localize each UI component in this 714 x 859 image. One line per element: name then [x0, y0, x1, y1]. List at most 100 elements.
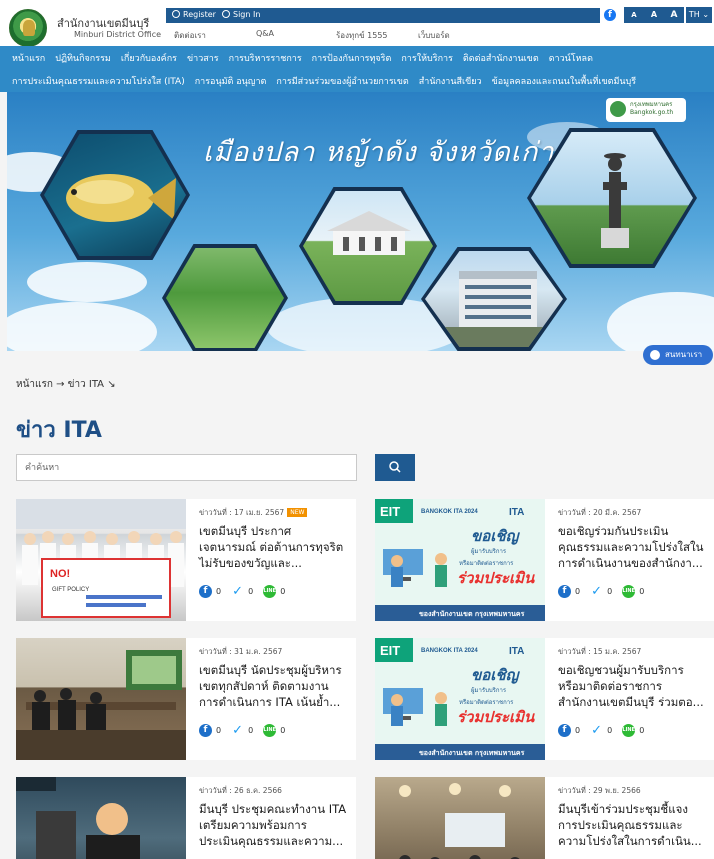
nav-home[interactable]: หน้าแรก: [12, 51, 45, 65]
breadcrumb[interactable]: หน้าแรก → ข่าว ITA ↘: [16, 377, 116, 392]
search-button[interactable]: [375, 454, 415, 481]
main-navigation: หน้าแรก ปฏิทินกิจกรรม เกี่ยวกับองค์กร ข่…: [0, 46, 714, 92]
nav-green-office[interactable]: สำนักงานสีเขียว: [419, 74, 482, 88]
nav-row-2: การประเมินคุณธรรมและความโปร่งใส (ITA) กา…: [0, 69, 714, 92]
webboard-link[interactable]: เว็บบอร์ด: [418, 29, 450, 42]
qa-link[interactable]: Q&A: [256, 29, 274, 38]
facebook-icon: f: [199, 584, 212, 598]
poster-headline-2: ร่วมประเมิน: [457, 708, 535, 726]
news-thumbnail[interactable]: [375, 777, 545, 859]
nav-about[interactable]: เกี่ยวกับองค์กร: [121, 51, 177, 65]
contact-link[interactable]: ติดต่อเรา: [174, 29, 206, 42]
complaint-1555-link[interactable]: ร้องทุกข์ 1555: [336, 29, 388, 42]
news-title[interactable]: ขอเชิญร่วมกันประเมิน คุณธรรมและความโปร่ง…: [558, 523, 708, 571]
news-thumbnail[interactable]: [16, 638, 186, 760]
share-twitter[interactable]: ✓ 0: [590, 722, 613, 738]
news-thumbnail[interactable]: EIT BANGKOK ITA 2024 ITA ขอเชิญ ผู้มารับ…: [375, 499, 545, 621]
district-logo-icon[interactable]: [9, 9, 47, 47]
page-title: ข่าว ITA: [16, 418, 102, 443]
news-card[interactable]: NO! GIFT POLICY ข่าววันที่ : 17 เม.ย. 25…: [16, 499, 356, 621]
twitter-icon: ✓: [590, 722, 604, 738]
twitter-count: 0: [248, 725, 254, 735]
line-icon: LINE: [622, 584, 636, 598]
chat-with-us-button[interactable]: สนทนาเรา: [643, 345, 713, 365]
share-facebook[interactable]: f0: [558, 723, 580, 737]
poster-subline: ผู้มารับบริการ: [471, 548, 507, 555]
user-icon: [172, 10, 180, 18]
facebook-icon: f: [558, 723, 571, 737]
news-card[interactable]: ข่าววันที่ : 26 ธ.ค. 2566 มีนบุรี ประชุม…: [16, 777, 356, 859]
twitter-icon: ✓: [231, 583, 245, 599]
grass-field-hexagon-image: [162, 244, 288, 351]
share-bar: f0 ✓ 0 LINE 0: [558, 584, 654, 598]
font-size-medium-button[interactable]: A: [644, 7, 664, 23]
nav-administration[interactable]: การบริหารราชการ: [229, 51, 302, 65]
poster-headline: ขอเชิญ: [471, 527, 521, 545]
nav-ita[interactable]: การประเมินคุณธรรมและความโปร่งใส (ITA): [12, 74, 185, 88]
news-title[interactable]: มีนบุรีเข้าร่วมประชุมชี้แจง การประเมินคุ…: [558, 801, 708, 849]
nav-anti-corruption[interactable]: การป้องกันการทุจริต: [312, 51, 392, 65]
share-facebook[interactable]: f0: [199, 584, 221, 598]
line-count: 0: [639, 586, 645, 596]
facebook-count: 0: [575, 586, 581, 596]
news-card[interactable]: EIT BANGKOK ITA 2024 ITA ขอเชิญ ผู้มารับ…: [375, 499, 714, 621]
nav-permits[interactable]: การอนุมัติ อนุญาต: [195, 74, 267, 88]
nav-director-participation[interactable]: การมีส่วนร่วมของผู้อำนวยการเขต: [276, 74, 408, 88]
facebook-icon[interactable]: f: [604, 9, 616, 21]
share-twitter[interactable]: ✓ 0: [590, 584, 612, 598]
bangkok-gov-badge[interactable]: กรุงเทพมหานคร Bangkok.go.th: [606, 98, 686, 122]
line-count: 0: [639, 725, 645, 735]
news-thumbnail[interactable]: [16, 777, 186, 859]
share-facebook[interactable]: f0: [199, 723, 222, 737]
nav-contact-office[interactable]: ติดต่อสำนักงานเขต: [463, 51, 539, 65]
line-icon: LINE: [622, 723, 636, 737]
news-title[interactable]: เขตมีนบุรี ประกาศ เจตนารมณ์ ต่อต้านการทุ…: [199, 523, 349, 571]
nav-services[interactable]: การให้บริการ: [401, 51, 453, 65]
register-link[interactable]: Register: [172, 10, 216, 19]
poster-subline-2: หรือมาติดต่อราชการ: [459, 559, 514, 567]
share-line[interactable]: LINE 0: [622, 723, 645, 737]
share-bar: f0 ✓ 0 LINE 0: [199, 723, 295, 737]
nav-calendar[interactable]: ปฏิทินกิจกรรม: [55, 51, 111, 65]
old-building-hexagon-image: [299, 187, 437, 305]
bma-label: กรุงเทพมหานคร: [630, 101, 673, 108]
line-icon: LINE: [263, 584, 277, 598]
nav-download[interactable]: ดาวน์โหลด: [549, 51, 593, 65]
signin-link[interactable]: Sign In: [222, 10, 260, 19]
nav-canals-roads[interactable]: ข้อมูลคลองและถนนในพื้นที่เขตมีนบุรี: [492, 74, 637, 88]
news-card[interactable]: ข่าววันที่ : 29 พ.ย. 2566 มีนบุรีเข้าร่ว…: [375, 777, 714, 859]
line-count: 0: [280, 586, 286, 596]
share-line[interactable]: LINE 0: [263, 584, 286, 598]
share-facebook[interactable]: f0: [558, 584, 581, 598]
search-input[interactable]: [16, 454, 357, 481]
news-title[interactable]: มีนบุรี ประชุมคณะทำงาน ITA เตรียมความพร้…: [199, 801, 349, 849]
lock-icon: [222, 10, 230, 18]
facebook-count: 0: [216, 725, 222, 735]
font-size-large-button[interactable]: A: [664, 7, 684, 23]
news-thumbnail[interactable]: EIT BANGKOK ITA 2024 ITA ขอเชิญ ผู้มารับ…: [375, 638, 545, 760]
twitter-count: 0: [607, 725, 613, 735]
eit-label: EIT: [380, 643, 400, 658]
news-title[interactable]: ขอเชิญชวนผู้มารับบริการ หรือมาติดต่อราชก…: [558, 662, 708, 710]
news-card[interactable]: ข่าววันที่ : 31 ม.ค. 2567 เขตมีนบุรี นัด…: [16, 638, 356, 760]
news-card[interactable]: EIT BANGKOK ITA 2024 ITA ขอเชิญ ผู้มารับ…: [375, 638, 714, 760]
org-name-english[interactable]: Minburi District Office: [74, 30, 161, 39]
twitter-count: 0: [248, 586, 254, 596]
share-line[interactable]: LINE 0: [263, 723, 286, 737]
news-date: ข่าววันที่ : 15 ม.ค. 2567: [558, 647, 642, 656]
share-line[interactable]: LINE 0: [622, 584, 645, 598]
poster-footer: ของสำนักงานเขต กรุงเทพมหานคร: [419, 610, 525, 618]
share-twitter[interactable]: ✓ 0: [231, 583, 254, 599]
font-size-small-button[interactable]: A: [624, 7, 644, 23]
share-twitter[interactable]: ✓ 0: [231, 723, 254, 737]
eit-label: EIT: [380, 504, 400, 519]
nav-news[interactable]: ข่าวสาร: [187, 51, 219, 65]
news-thumbnail[interactable]: NO! GIFT POLICY: [16, 499, 186, 621]
news-date: ข่าววันที่ : 17 เม.ย. 2567 NEW: [199, 507, 308, 519]
signin-label: Sign In: [233, 10, 261, 19]
new-badge: NEW: [287, 508, 308, 517]
news-title[interactable]: เขตมีนบุรี นัดประชุมผู้บริหาร เขตทุกสัปด…: [199, 662, 349, 710]
ita-header-text: BANGKOK ITA 2024: [421, 648, 478, 654]
language-selector[interactable]: TH ⌄: [686, 7, 712, 23]
line-count: 0: [280, 725, 286, 735]
